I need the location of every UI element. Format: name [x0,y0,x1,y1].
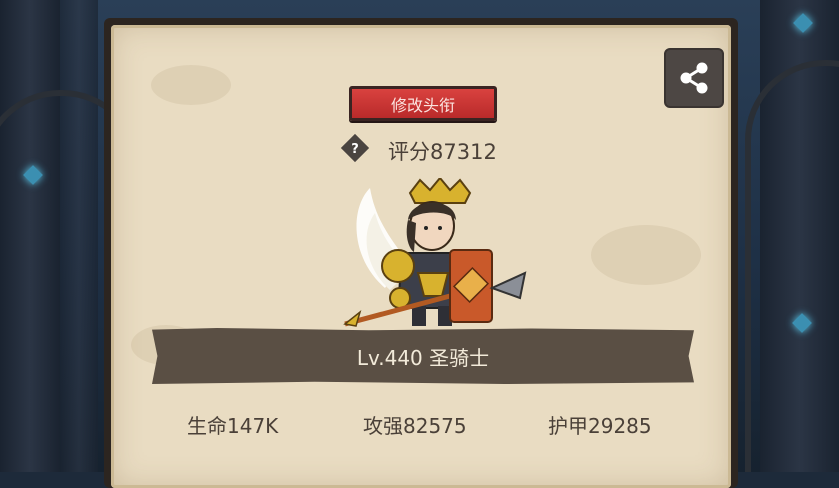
score-text: 评分87312 [388,140,497,164]
level-class-banner: Lv.440 圣骑士 [152,328,694,384]
attack-stat: 攻强82575 [363,414,467,438]
level-class-text: Lv.440 圣骑士 [356,345,490,370]
change-title-button[interactable]: 修改头衔 [349,86,497,121]
share-button[interactable] [664,48,724,108]
svg-text:?: ? [351,142,359,157]
armor-stat: 护甲29285 [548,414,652,438]
share-icon [680,62,708,94]
hp-stat: 生命147K [187,414,279,438]
paladin-character-sprite [343,178,527,327]
question-icon[interactable]: ? [340,133,370,163]
